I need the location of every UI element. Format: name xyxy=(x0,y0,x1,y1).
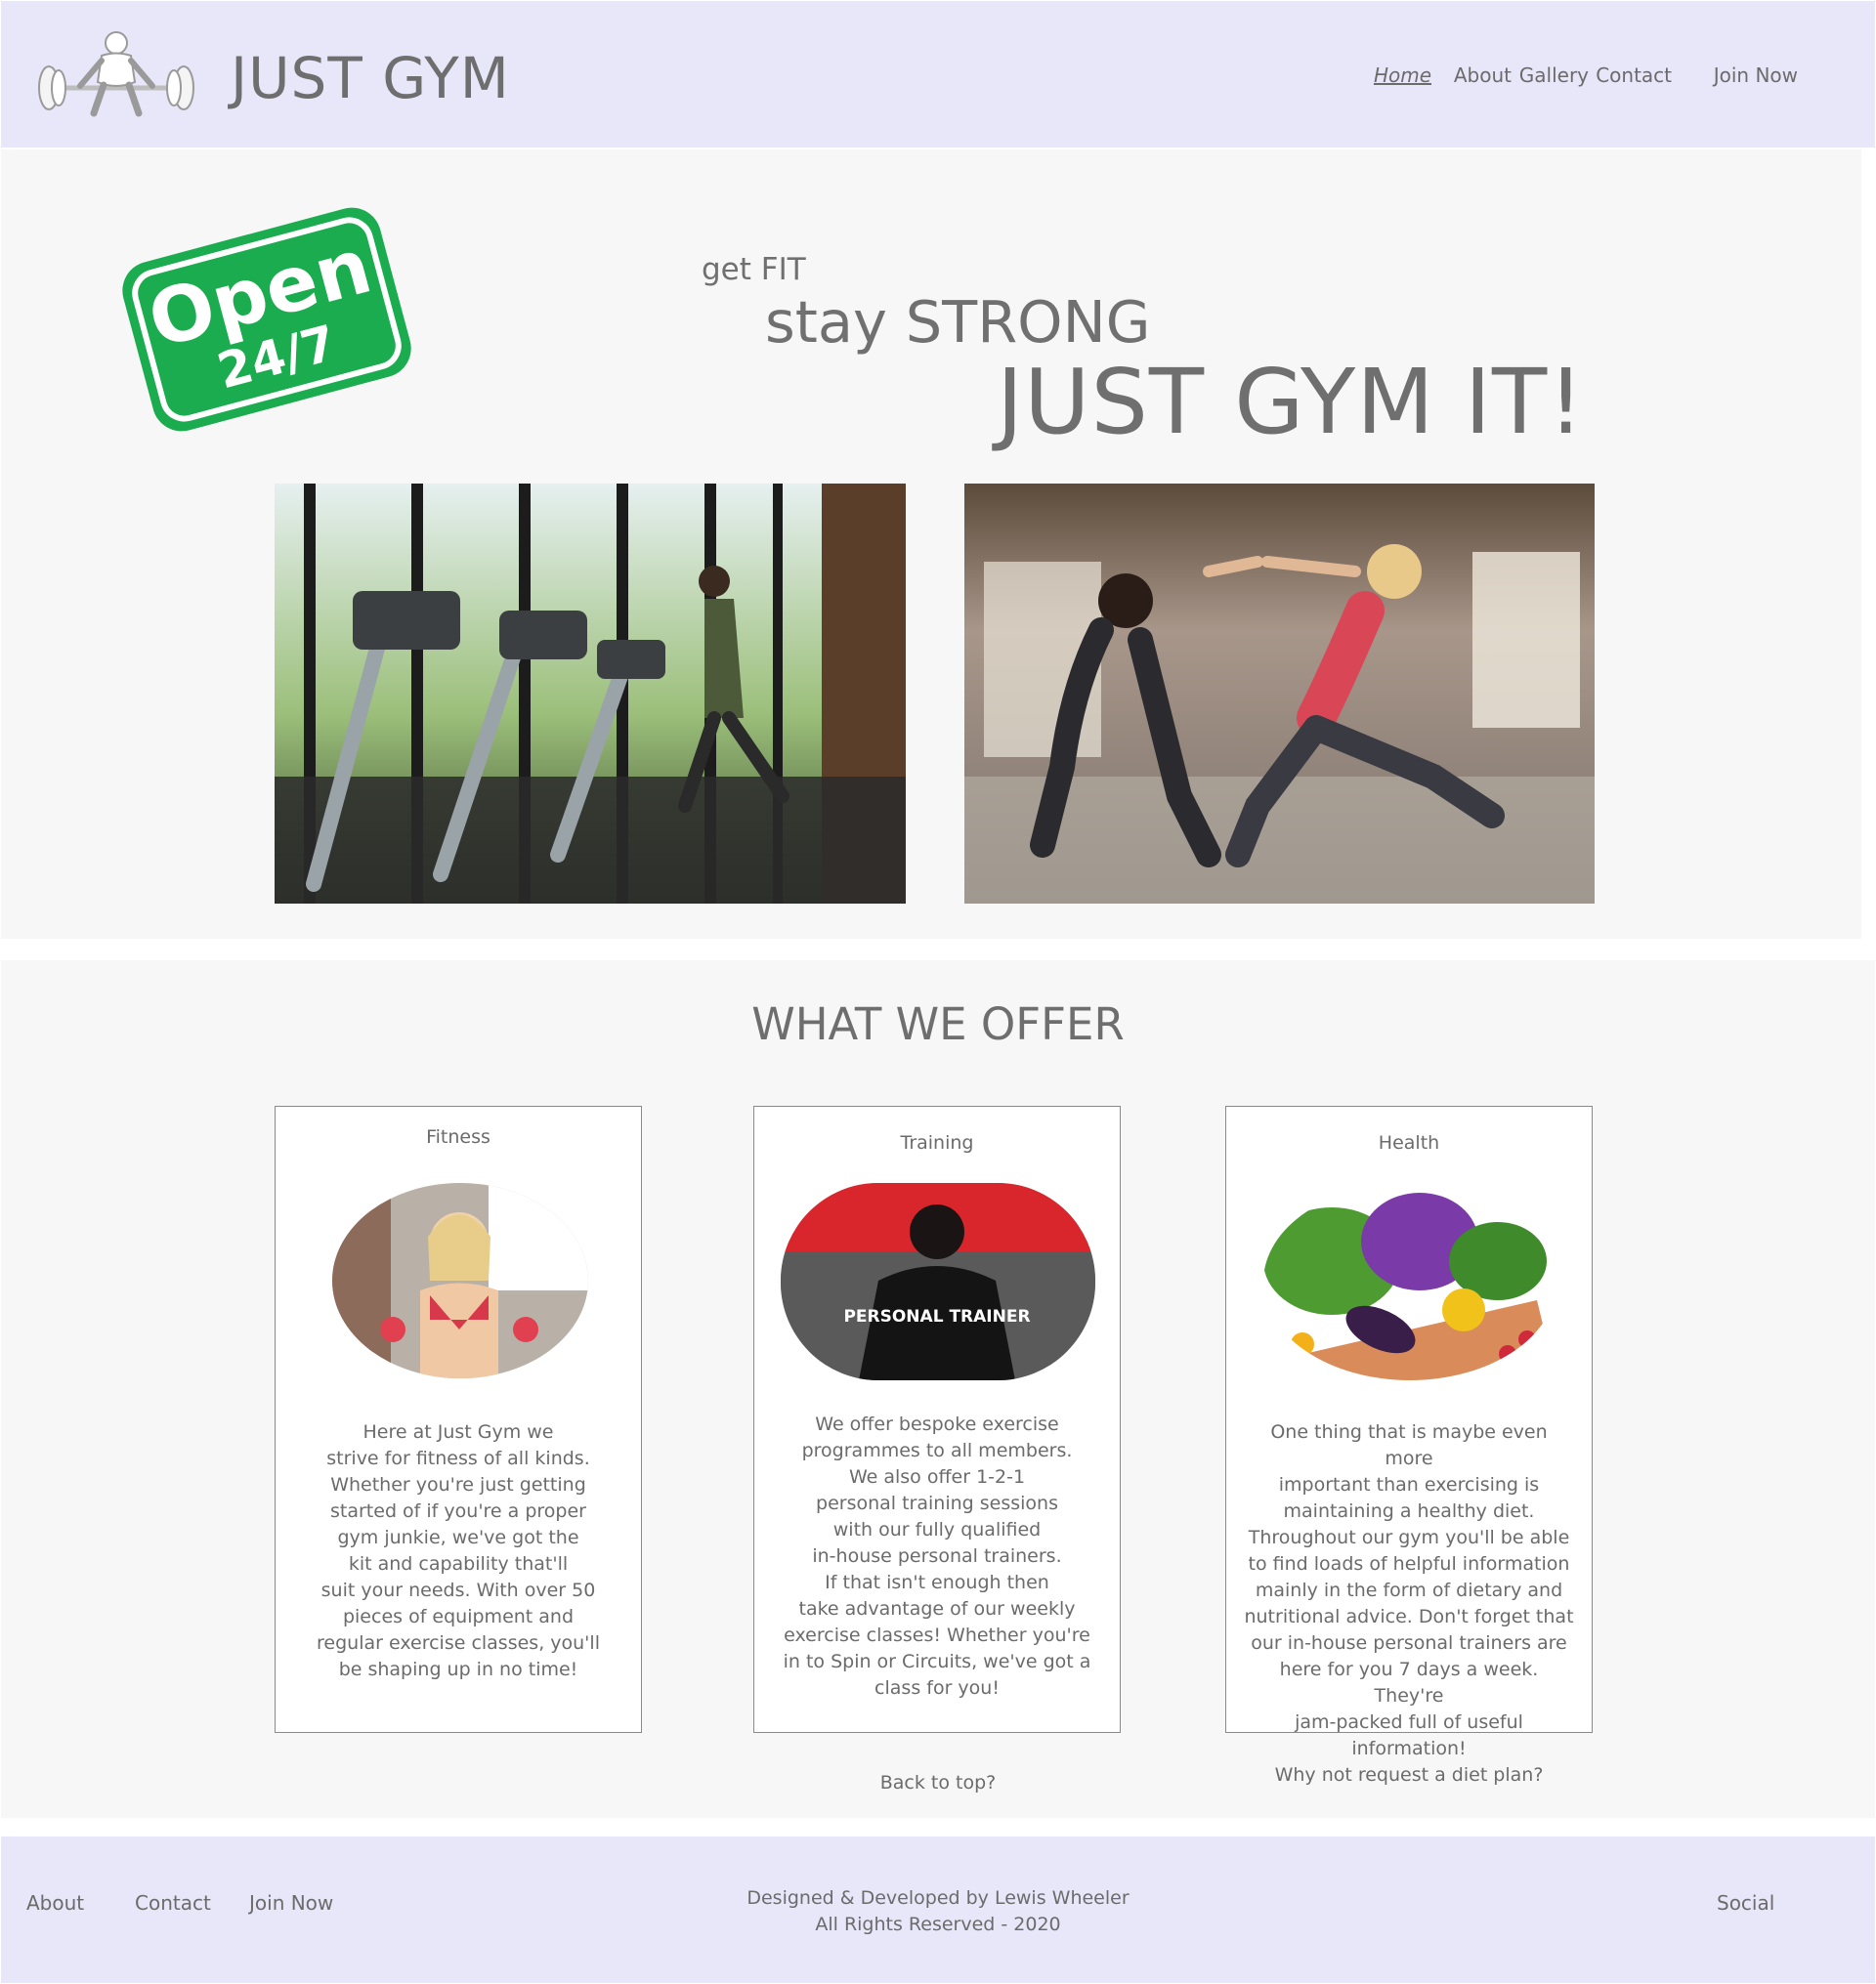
health-vegetables-image xyxy=(1263,1183,1556,1380)
offer-card-training: Training PERSONAL TRAINER We offer bespo… xyxy=(753,1106,1121,1733)
card-title: Fitness xyxy=(426,1126,490,1148)
card-title: Training xyxy=(900,1132,974,1154)
nav-gallery[interactable]: Gallery xyxy=(1519,63,1589,87)
credit-copyright: All Rights Reserved - 2020 xyxy=(815,1914,1061,1935)
open-24-7-sticker: Open 24/7 xyxy=(114,193,419,445)
tagline-just-gym-it: JUST GYM IT! xyxy=(997,350,1586,454)
card-description: One thing that is maybe even more import… xyxy=(1244,1421,1574,1786)
card-description: We offer bespoke exercise programmes to … xyxy=(783,1414,1091,1699)
nav-join-now[interactable]: Join Now xyxy=(1714,63,1798,87)
treadmill-photo xyxy=(275,484,906,904)
weightlifter-logo-icon[interactable] xyxy=(33,31,199,119)
training-image: PERSONAL TRAINER xyxy=(781,1183,1095,1380)
footer-link-social[interactable]: Social xyxy=(1717,1891,1774,1915)
back-to-top-link[interactable]: Back to top? xyxy=(0,1772,1876,1794)
nav-contact[interactable]: Contact xyxy=(1596,63,1672,87)
personal-trainer-shirt-text: PERSONAL TRAINER xyxy=(843,1307,1030,1327)
offer-card-health: Health One thing that is maybe even more… xyxy=(1225,1106,1593,1786)
credit-designer: Designed & Developed by Lewis Wheeler xyxy=(746,1887,1130,1909)
brand-name[interactable]: JUST GYM xyxy=(231,45,510,111)
tagline-stay-strong: stay STRONG xyxy=(765,288,1151,356)
footer-credits: Designed & Developed by Lewis Wheeler Al… xyxy=(0,1885,1876,1938)
offer-card-fitness: Fitness Here at Just Gym we strive for f… xyxy=(275,1106,642,1733)
tagline-get-fit: get FIT xyxy=(702,252,806,287)
nav-home[interactable]: Home xyxy=(1374,63,1431,87)
card-title: Health xyxy=(1378,1132,1440,1154)
nav-about[interactable]: About xyxy=(1454,63,1512,87)
fitness-image xyxy=(332,1183,588,1378)
offer-heading: WHAT WE OFFER xyxy=(751,998,1125,1050)
workout-high-five-photo xyxy=(964,484,1595,904)
card-description: Here at Just Gym we strive for fitness o… xyxy=(317,1421,600,1680)
